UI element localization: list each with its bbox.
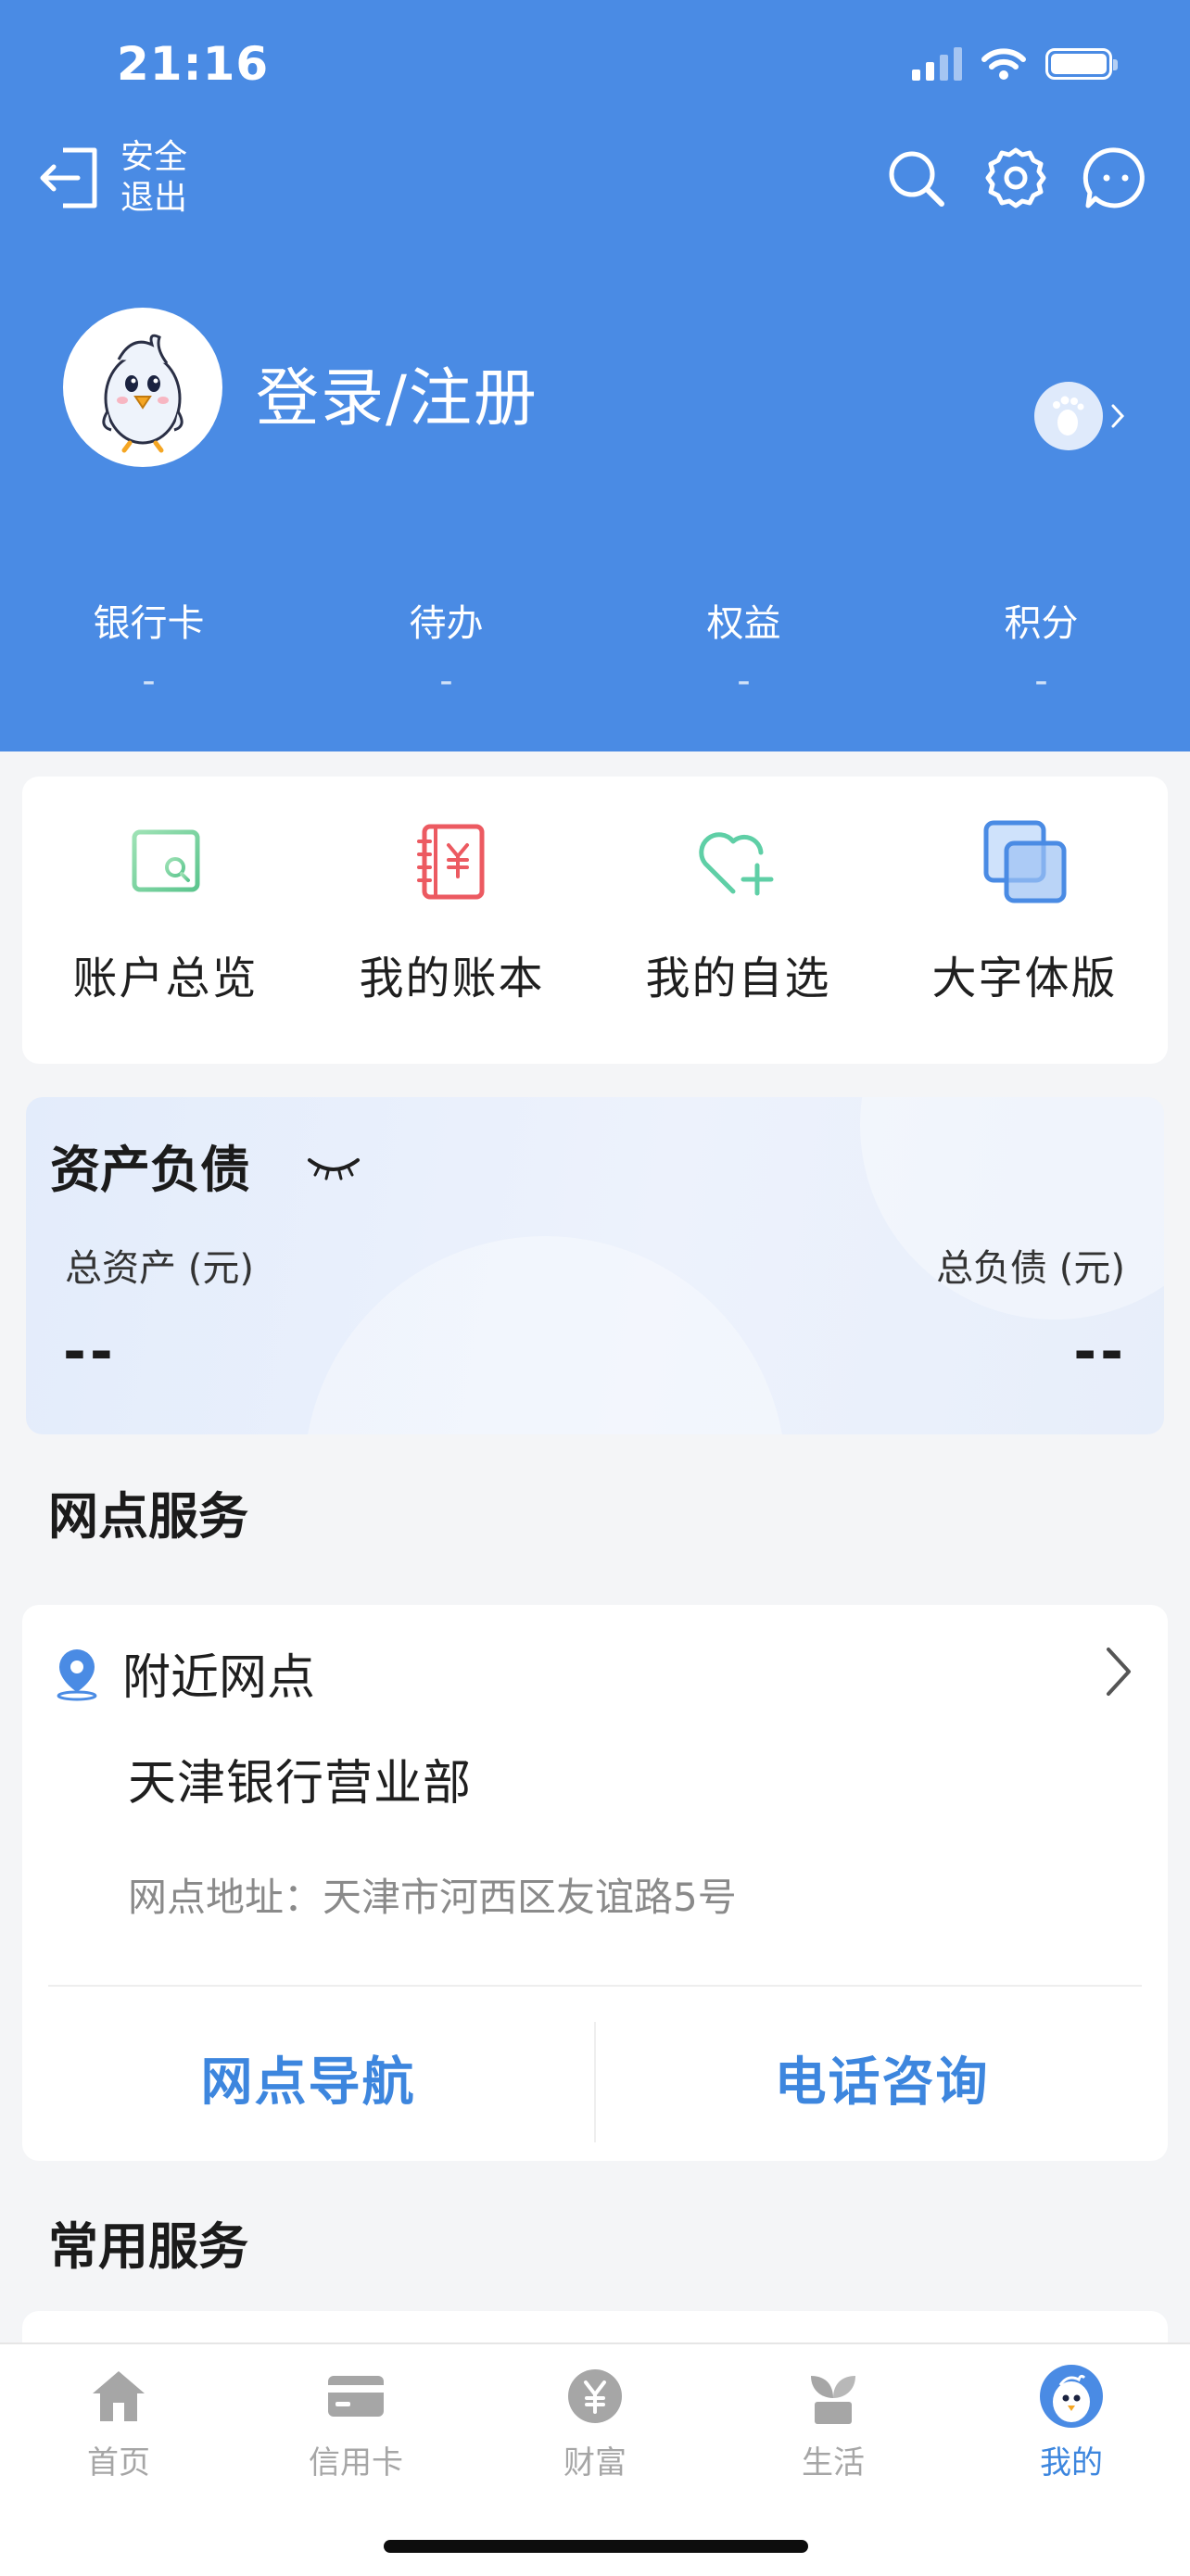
signal-icon	[912, 47, 962, 81]
total-debt-value: --	[1073, 1320, 1127, 1384]
quick-action-my-favorites[interactable]: 我的自选	[595, 777, 881, 1064]
footprint-bubble	[1034, 382, 1103, 450]
nearby-branch-link[interactable]: 附近网点	[52, 1638, 315, 1708]
home-icon	[93, 2371, 145, 2421]
quick-actions-card: 账户总览 我的账本 我的自选 大字体版	[22, 777, 1168, 1064]
tab-label: 我的	[1040, 2444, 1103, 2481]
stat-label: 银行卡	[93, 602, 205, 645]
ledger-icon	[416, 824, 484, 900]
avatar[interactable]	[63, 308, 222, 467]
tab-life[interactable]: 生活	[715, 2359, 952, 2482]
common-services-title: 常用服务	[48, 2217, 248, 2276]
assets-card[interactable]: 资产负债 总资产 (元) 总负债 (元) -- --	[26, 1097, 1164, 1434]
quick-action-label: 账户总览	[72, 953, 259, 1004]
tab-credit-card[interactable]: 信用卡	[237, 2359, 475, 2482]
stat-bank-cards[interactable]: 银行卡 -	[0, 593, 298, 702]
branch-section-title: 网点服务	[48, 1487, 248, 1546]
message-button[interactable]	[1082, 145, 1149, 211]
branch-card: 附近网点 天津银行营业部 网点地址：天津市河西区友谊路5号 网点导航 电话咨询	[22, 1605, 1168, 2161]
phone-consult-button[interactable]: 电话咨询	[596, 2040, 1168, 2115]
status-time: 21:16	[117, 37, 270, 91]
divider	[48, 1985, 1142, 1987]
stat-value: -	[737, 660, 751, 702]
total-assets-value: --	[63, 1320, 117, 1384]
stat-benefits[interactable]: 权益 -	[595, 593, 892, 702]
quick-action-account-overview[interactable]: 账户总览	[22, 777, 309, 1064]
stat-label: 权益	[706, 602, 781, 645]
footprint-icon	[1053, 396, 1084, 436]
gear-icon	[985, 147, 1046, 208]
eye-closed-icon	[308, 1158, 360, 1181]
credit-card-icon	[328, 2376, 384, 2417]
tab-wealth[interactable]: 财富	[476, 2359, 714, 2482]
quick-action-large-font[interactable]: 大字体版	[881, 777, 1168, 1064]
tab-home[interactable]: 首页	[0, 2359, 237, 2482]
battery-icon	[1045, 48, 1118, 80]
tab-label: 首页	[87, 2444, 150, 2481]
chat-bubble-icon	[1082, 147, 1145, 208]
toggle-visibility-button[interactable]	[306, 1155, 361, 1184]
logout-button[interactable]: 安全 退出	[37, 137, 195, 219]
wealth-icon	[568, 2369, 622, 2423]
tab-label: 信用卡	[309, 2444, 403, 2481]
nearby-branch-more[interactable]	[1105, 1646, 1133, 1701]
search-button[interactable]	[882, 145, 949, 211]
footprint-button[interactable]	[1034, 382, 1125, 450]
tab-label: 生活	[802, 2444, 865, 2481]
assets-title: 资产负债	[50, 1141, 250, 1199]
search-icon	[889, 151, 944, 207]
nearby-branch-label: 附近网点	[122, 1650, 316, 1706]
quick-action-my-ledger[interactable]: 我的账本	[309, 777, 595, 1064]
location-pin-icon	[57, 1648, 97, 1700]
profile-header: 21:16 安全 退出 登录/注册 银行卡 - 待办 - 权益 - 积分 -	[0, 0, 1190, 751]
branch-address: 网点地址：天津市河西区友谊路5号	[128, 1875, 737, 1920]
mascot-avatar-icon	[102, 334, 184, 453]
mascot-avatar-icon	[1040, 2365, 1103, 2428]
tab-mine[interactable]: 我的	[953, 2359, 1190, 2482]
branch-name: 天津银行营业部	[128, 1756, 473, 1812]
logout-label: 安全 退出	[120, 138, 188, 217]
tab-label: 财富	[563, 2444, 627, 2481]
home-indicator	[384, 2540, 808, 2553]
logout-icon	[40, 147, 97, 208]
login-register-link[interactable]: 登录/注册	[256, 347, 538, 438]
total-assets-label: 总资产 (元)	[65, 1247, 254, 1290]
stat-label: 积分	[1004, 602, 1079, 645]
favorite-add-icon	[698, 832, 773, 896]
total-debt-label: 总负债 (元)	[936, 1247, 1125, 1290]
chevron-right-icon	[1111, 404, 1125, 428]
quick-action-label: 我的自选	[645, 953, 831, 1004]
quick-action-label: 我的账本	[359, 953, 545, 1004]
wifi-icon	[981, 48, 1026, 80]
stat-todo[interactable]: 待办 -	[298, 593, 595, 702]
account-stats: 银行卡 - 待办 - 权益 - 积分 -	[0, 593, 1190, 702]
stat-value: -	[1034, 660, 1048, 702]
assets-decoration	[304, 1236, 786, 1434]
stat-label: 待办	[409, 602, 484, 645]
quick-action-label: 大字体版	[931, 953, 1118, 1004]
status-icons	[912, 46, 1118, 82]
branch-navigation-button[interactable]: 网点导航	[22, 2040, 594, 2115]
large-font-icon	[983, 820, 1066, 903]
stat-value: -	[142, 660, 156, 702]
account-overview-icon	[132, 829, 199, 892]
stat-points[interactable]: 积分 -	[892, 593, 1190, 702]
stat-value: -	[439, 660, 453, 702]
settings-button[interactable]	[982, 145, 1049, 211]
header-actions	[882, 145, 1149, 211]
chevron-right-icon	[1107, 1648, 1131, 1696]
life-sprout-icon	[811, 2376, 855, 2424]
